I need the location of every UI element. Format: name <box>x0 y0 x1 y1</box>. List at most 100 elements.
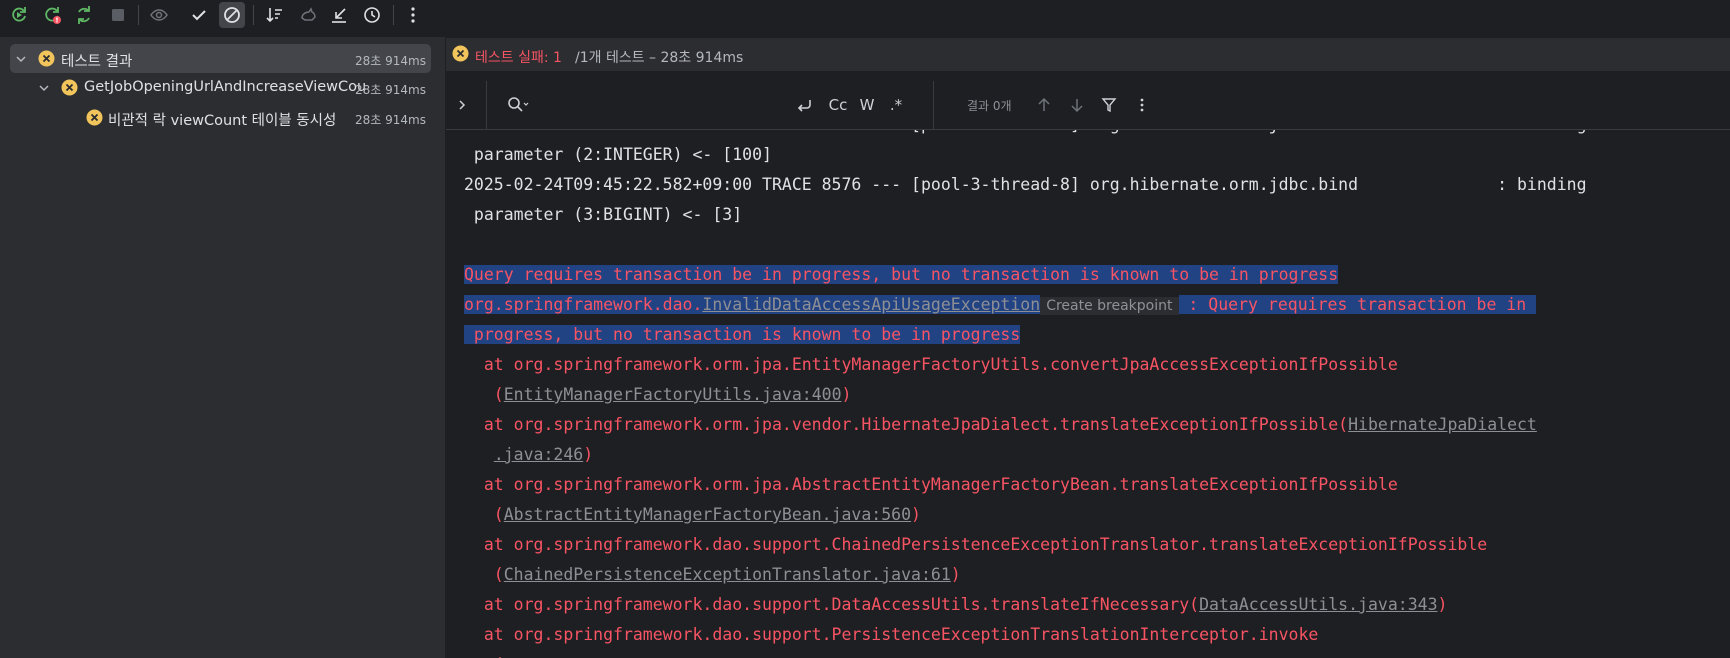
console-text: org.springframework.dao. <box>464 295 703 314</box>
console-text: ) <box>1437 595 1448 614</box>
stop-icon[interactable] <box>105 2 131 28</box>
tree-item-test-results[interactable]: 테스트 결과 28초 914ms <box>10 44 431 73</box>
source-link[interactable]: EntityManagerFactoryUtils.java:400 <box>504 385 842 404</box>
chevron-right-icon[interactable] <box>454 93 470 117</box>
tree-item-duration: 28초 914ms <box>355 83 426 97</box>
console-output[interactable]: 2025-02-24T09:45:22.581+09:00 TRACE 8576… <box>446 130 1730 658</box>
show-passed-icon[interactable] <box>146 2 172 28</box>
console-line: at org.springframework.orm.jpa.vendor.Hi… <box>446 410 1730 440</box>
test-tree-panel: 테스트 결과 28초 914ms GetJobOpeningUrlAndIncr… <box>0 37 445 658</box>
failed-status-icon <box>38 50 55 67</box>
console-text: 2025-02-24T09:45:22.582+09:00 TRACE 8576… <box>464 175 1587 194</box>
arrow-up-icon[interactable] <box>1034 93 1054 117</box>
console-text: ) <box>950 565 961 584</box>
console-text: parameter (3:BIGINT) <- [3] <box>464 205 743 224</box>
source-link[interactable]: DataAccessUtils.java:343 <box>1199 595 1437 614</box>
console-line: ( <box>446 650 1730 658</box>
search-icon[interactable] <box>506 93 532 117</box>
console-text: at org.springframework.orm.jpa.EntityMan… <box>464 355 1398 374</box>
arrow-down-icon[interactable] <box>1067 93 1087 117</box>
console-panel: 테스트 실패: 1 /1개 테스트 – 28초 914ms Cc W .* 결과… <box>446 0 1730 658</box>
console-text: ( <box>464 565 504 584</box>
console-text: progress, but no transaction is known to… <box>464 325 1021 344</box>
chevron-down-icon[interactable] <box>37 81 51 95</box>
console-line: at org.springframework.dao.support.DataA… <box>446 590 1730 620</box>
search-results-count: 결과 0개 <box>967 98 1012 113</box>
toolbar-divider <box>933 81 934 129</box>
console-text: at org.springframework.orm.jpa.AbstractE… <box>464 475 1398 494</box>
tree-item-test-method[interactable]: 비관적 락 viewCount 테이블 동시성 28초 914ms <box>10 103 431 132</box>
toolbar-divider <box>138 5 139 25</box>
failed-count-text: 테스트 실패: 1 <box>475 50 562 66</box>
create-breakpoint-hint[interactable]: Create breakpoint <box>1040 297 1179 315</box>
test-status-bar: 테스트 실패: 1 /1개 테스트 – 28초 914ms <box>446 38 1730 71</box>
console-text: at org.springframework.dao.support.DataA… <box>464 595 1200 614</box>
regex-button[interactable]: .* <box>886 93 906 117</box>
console-line: 2025-02-24T09:45:22.581+09:00 TRACE 8576… <box>446 130 1730 140</box>
more-icon[interactable] <box>400 2 426 28</box>
console-text: ) <box>911 505 921 524</box>
chevron-down-icon[interactable] <box>14 52 28 66</box>
console-line: at org.springframework.dao.support.Chain… <box>446 530 1730 560</box>
console-text: : Query requires transaction be in <box>1178 295 1537 314</box>
toolbar-divider <box>253 5 254 25</box>
history-icon[interactable] <box>359 2 385 28</box>
tree-item-label: 테스트 결과 <box>61 54 133 70</box>
console-text: at org.springframework.dao.support.Persi… <box>464 625 1319 644</box>
tree-item-duration: 28초 914ms <box>355 113 426 127</box>
source-link[interactable]: ChainedPersistenceExceptionTranslator.ja… <box>504 565 951 584</box>
check-icon[interactable] <box>186 2 212 28</box>
console-line: (ChainedPersistenceExceptionTranslator.j… <box>446 560 1730 590</box>
source-link[interactable]: InvalidDataAccessApiUsageException <box>702 295 1041 314</box>
failed-status-icon <box>452 45 469 62</box>
console-line: .java:246) <box>446 440 1730 470</box>
console-line: progress, but no transaction is known to… <box>446 320 1730 350</box>
show-ignored-icon[interactable] <box>219 2 245 28</box>
tree-item-label: GetJobOpeningUrlAndIncreaseViewCou <box>84 79 367 95</box>
console-text: ) <box>583 445 594 464</box>
rerun-auto-icon[interactable] <box>71 2 97 28</box>
rerun-failed-icon[interactable] <box>39 2 65 28</box>
filter-icon[interactable] <box>1099 93 1119 117</box>
console-line: at org.springframework.dao.support.Persi… <box>446 620 1730 650</box>
toolbar-divider <box>486 81 487 129</box>
soft-wrap-icon[interactable] <box>793 93 815 117</box>
source-link[interactable]: HibernateJpaDialect <box>1348 415 1537 434</box>
rerun-icon[interactable] <box>6 2 32 28</box>
console-line: at org.springframework.orm.jpa.EntityMan… <box>446 350 1730 380</box>
console-text: 2025-02-24T09:45:22.581+09:00 TRACE 8576… <box>464 130 1587 134</box>
test-toolbar <box>0 0 447 30</box>
console-line: parameter (3:BIGINT) <- [3] <box>446 200 1730 230</box>
source-link[interactable]: AbstractEntityManagerFactoryBean.java:56… <box>504 505 911 524</box>
sort-icon[interactable] <box>261 2 287 28</box>
console-text: Query requires transaction be in progres… <box>464 265 1339 284</box>
console-text: ( <box>464 505 504 524</box>
console-text: parameter (2:INTEGER) <- [100] <box>464 145 772 164</box>
tree-item-test-class[interactable]: GetJobOpeningUrlAndIncreaseViewCou 28초 9… <box>10 73 431 102</box>
console-text: ) <box>841 385 852 404</box>
failed-status-icon <box>61 79 78 96</box>
console-line: Query requires transaction be in progres… <box>446 260 1730 290</box>
console-text: at org.springframework.dao.support.Chain… <box>464 535 1488 554</box>
console-text: ( <box>464 385 504 404</box>
console-line: at org.springframework.orm.jpa.AbstractE… <box>446 470 1730 500</box>
console-line: 2025-02-24T09:45:22.582+09:00 TRACE 8576… <box>446 170 1730 200</box>
console-search-toolbar: Cc W .* 결과 0개 <box>446 81 1730 130</box>
import-icon[interactable] <box>295 2 321 28</box>
match-case-button[interactable]: Cc <box>825 93 851 117</box>
failed-status-icon <box>86 109 103 126</box>
tree-item-duration: 28초 914ms <box>355 52 426 69</box>
tree-item-label: 비관적 락 viewCount 테이블 동시성 <box>108 113 337 129</box>
console-line: (AbstractEntityManagerFactoryBean.java:5… <box>446 500 1730 530</box>
console-line: parameter (2:INTEGER) <- [100] <box>446 140 1730 170</box>
console-line: org.springframework.dao.InvalidDataAcces… <box>446 290 1730 320</box>
source-link[interactable]: .java:246 <box>494 445 583 464</box>
collapse-icon[interactable] <box>326 2 352 28</box>
console-line: (EntityManagerFactoryUtils.java:400) <box>446 380 1730 410</box>
toolbar-divider <box>393 5 394 25</box>
more-icon[interactable] <box>1132 93 1152 117</box>
test-summary-text: /1개 테스트 – 28초 914ms <box>575 50 744 66</box>
whole-word-button[interactable]: W <box>857 93 877 117</box>
